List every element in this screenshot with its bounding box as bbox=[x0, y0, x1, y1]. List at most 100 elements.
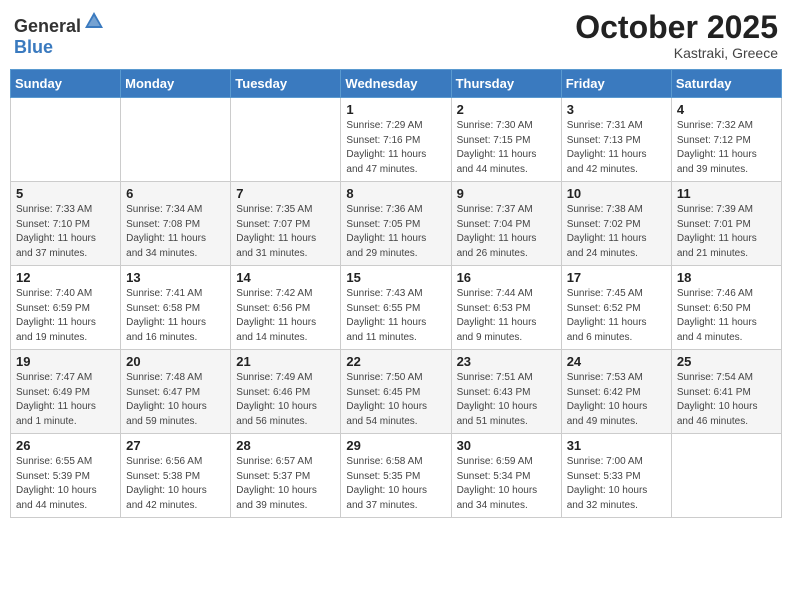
day-number: 30 bbox=[457, 438, 556, 453]
calendar-cell: 31 Sunrise: 7:00 AMSunset: 5:33 PMDayligh… bbox=[561, 434, 671, 518]
calendar-header-row: SundayMondayTuesdayWednesdayThursdayFrid… bbox=[11, 70, 782, 98]
day-info: Sunrise: 7:00 AMSunset: 5:33 PMDaylight:… bbox=[567, 455, 666, 513]
day-number: 13 bbox=[126, 270, 225, 285]
calendar-cell: 3 Sunrise: 7:31 AMSunset: 7:13 PMDaylight… bbox=[561, 98, 671, 182]
day-number: 22 bbox=[346, 354, 445, 369]
day-number: 24 bbox=[567, 354, 666, 369]
calendar-week-row: 5 Sunrise: 7:33 AMSunset: 7:10 PMDaylight… bbox=[11, 182, 782, 266]
day-number: 29 bbox=[346, 438, 445, 453]
day-info: Sunrise: 7:48 AMSunset: 6:47 PMDaylight:… bbox=[126, 371, 225, 429]
calendar-cell: 7 Sunrise: 7:35 AMSunset: 7:07 PMDaylight… bbox=[231, 182, 341, 266]
day-info: Sunrise: 7:30 AMSunset: 7:15 PMDaylight:… bbox=[457, 119, 556, 177]
calendar-cell: 25 Sunrise: 7:54 AMSunset: 6:41 PMDayligh… bbox=[671, 350, 781, 434]
day-number: 6 bbox=[126, 186, 225, 201]
location-subtitle: Kastraki, Greece bbox=[575, 45, 778, 61]
day-number: 11 bbox=[677, 186, 776, 201]
weekday-header: Thursday bbox=[451, 70, 561, 98]
day-info: Sunrise: 7:42 AMSunset: 6:56 PMDaylight:… bbox=[236, 287, 335, 345]
day-info: Sunrise: 6:55 AMSunset: 5:39 PMDaylight:… bbox=[16, 455, 115, 513]
day-number: 8 bbox=[346, 186, 445, 201]
day-info: Sunrise: 7:36 AMSunset: 7:05 PMDaylight:… bbox=[346, 203, 445, 261]
calendar-cell: 8 Sunrise: 7:36 AMSunset: 7:05 PMDaylight… bbox=[341, 182, 451, 266]
day-number: 5 bbox=[16, 186, 115, 201]
day-info: Sunrise: 7:31 AMSunset: 7:13 PMDaylight:… bbox=[567, 119, 666, 177]
calendar-cell: 16Sunrise: 7:44 AMSunset: 6:53 PMDayligh… bbox=[451, 266, 561, 350]
day-number: 14 bbox=[236, 270, 335, 285]
calendar-cell: 23 Sunrise: 7:51 AMSunset: 6:43 PMDayligh… bbox=[451, 350, 561, 434]
day-info: Sunrise: 7:45 AMSunset: 6:52 PMDaylight:… bbox=[567, 287, 666, 345]
day-number: 19 bbox=[16, 354, 115, 369]
calendar-cell: 9 Sunrise: 7:37 AMSunset: 7:04 PMDaylight… bbox=[451, 182, 561, 266]
calendar-cell: 12Sunrise: 7:40 AMSunset: 6:59 PMDayligh… bbox=[11, 266, 121, 350]
calendar-week-row: 19 Sunrise: 7:47 AMSunset: 6:49 PMDayligh… bbox=[11, 350, 782, 434]
day-number: 18 bbox=[677, 270, 776, 285]
day-info: Sunrise: 7:54 AMSunset: 6:41 PMDaylight:… bbox=[677, 371, 776, 429]
day-number: 23 bbox=[457, 354, 556, 369]
day-info: Sunrise: 7:50 AMSunset: 6:45 PMDaylight:… bbox=[346, 371, 445, 429]
day-info: Sunrise: 7:37 AMSunset: 7:04 PMDaylight:… bbox=[457, 203, 556, 261]
calendar-cell: 15 Sunrise: 7:43 AMSunset: 6:55 PMDayligh… bbox=[341, 266, 451, 350]
logo-icon bbox=[83, 10, 105, 32]
day-number: 17 bbox=[567, 270, 666, 285]
day-number: 2 bbox=[457, 102, 556, 117]
calendar-cell bbox=[671, 434, 781, 518]
day-info: Sunrise: 7:35 AMSunset: 7:07 PMDaylight:… bbox=[236, 203, 335, 261]
calendar-cell: 5 Sunrise: 7:33 AMSunset: 7:10 PMDaylight… bbox=[11, 182, 121, 266]
day-info: Sunrise: 7:41 AMSunset: 6:58 PMDaylight:… bbox=[126, 287, 225, 345]
day-number: 16 bbox=[457, 270, 556, 285]
calendar-cell: 18 Sunrise: 7:46 AMSunset: 6:50 PMDayligh… bbox=[671, 266, 781, 350]
weekday-header: Monday bbox=[121, 70, 231, 98]
day-info: Sunrise: 7:38 AMSunset: 7:02 PMDaylight:… bbox=[567, 203, 666, 261]
day-number: 21 bbox=[236, 354, 335, 369]
page-header: General Blue October 2025 Kastraki, Gree… bbox=[10, 10, 782, 61]
logo-blue: Blue bbox=[14, 37, 53, 57]
month-title: October 2025 bbox=[575, 10, 778, 45]
calendar-cell: 1 Sunrise: 7:29 AMSunset: 7:16 PMDaylight… bbox=[341, 98, 451, 182]
calendar-cell: 13 Sunrise: 7:41 AMSunset: 6:58 PMDayligh… bbox=[121, 266, 231, 350]
calendar-cell bbox=[121, 98, 231, 182]
calendar-cell: 22 Sunrise: 7:50 AMSunset: 6:45 PMDayligh… bbox=[341, 350, 451, 434]
day-number: 15 bbox=[346, 270, 445, 285]
calendar-cell: 14 Sunrise: 7:42 AMSunset: 6:56 PMDayligh… bbox=[231, 266, 341, 350]
day-info: Sunrise: 7:32 AMSunset: 7:12 PMDaylight:… bbox=[677, 119, 776, 177]
weekday-header: Wednesday bbox=[341, 70, 451, 98]
calendar-cell: 30 Sunrise: 6:59 AMSunset: 5:34 PMDayligh… bbox=[451, 434, 561, 518]
day-info: Sunrise: 7:46 AMSunset: 6:50 PMDaylight:… bbox=[677, 287, 776, 345]
calendar-cell: 17 Sunrise: 7:45 AMSunset: 6:52 PMDayligh… bbox=[561, 266, 671, 350]
calendar-cell: 10 Sunrise: 7:38 AMSunset: 7:02 PMDayligh… bbox=[561, 182, 671, 266]
day-number: 28 bbox=[236, 438, 335, 453]
day-info: Sunrise: 7:34 AMSunset: 7:08 PMDaylight:… bbox=[126, 203, 225, 261]
calendar-cell: 29Sunrise: 6:58 AMSunset: 5:35 PMDayligh… bbox=[341, 434, 451, 518]
weekday-header: Saturday bbox=[671, 70, 781, 98]
title-block: October 2025 Kastraki, Greece bbox=[575, 10, 778, 61]
day-number: 31 bbox=[567, 438, 666, 453]
calendar-table: SundayMondayTuesdayWednesdayThursdayFrid… bbox=[10, 69, 782, 518]
calendar-cell: 4Sunrise: 7:32 AMSunset: 7:12 PMDaylight… bbox=[671, 98, 781, 182]
calendar-week-row: 12Sunrise: 7:40 AMSunset: 6:59 PMDayligh… bbox=[11, 266, 782, 350]
day-number: 7 bbox=[236, 186, 335, 201]
day-number: 3 bbox=[567, 102, 666, 117]
day-info: Sunrise: 7:47 AMSunset: 6:49 PMDaylight:… bbox=[16, 371, 115, 429]
day-info: Sunrise: 7:33 AMSunset: 7:10 PMDaylight:… bbox=[16, 203, 115, 261]
day-number: 12 bbox=[16, 270, 115, 285]
day-info: Sunrise: 7:43 AMSunset: 6:55 PMDaylight:… bbox=[346, 287, 445, 345]
day-number: 26 bbox=[16, 438, 115, 453]
day-number: 9 bbox=[457, 186, 556, 201]
day-info: Sunrise: 6:59 AMSunset: 5:34 PMDaylight:… bbox=[457, 455, 556, 513]
calendar-cell: 24Sunrise: 7:53 AMSunset: 6:42 PMDayligh… bbox=[561, 350, 671, 434]
day-info: Sunrise: 7:29 AMSunset: 7:16 PMDaylight:… bbox=[346, 119, 445, 177]
day-number: 1 bbox=[346, 102, 445, 117]
day-info: Sunrise: 7:51 AMSunset: 6:43 PMDaylight:… bbox=[457, 371, 556, 429]
calendar-cell: 28Sunrise: 6:57 AMSunset: 5:37 PMDayligh… bbox=[231, 434, 341, 518]
calendar-cell: 21Sunrise: 7:49 AMSunset: 6:46 PMDayligh… bbox=[231, 350, 341, 434]
day-number: 20 bbox=[126, 354, 225, 369]
calendar-week-row: 26 Sunrise: 6:55 AMSunset: 5:39 PMDayligh… bbox=[11, 434, 782, 518]
calendar-cell bbox=[11, 98, 121, 182]
logo: General Blue bbox=[14, 10, 105, 58]
calendar-cell bbox=[231, 98, 341, 182]
day-info: Sunrise: 7:39 AMSunset: 7:01 PMDaylight:… bbox=[677, 203, 776, 261]
day-number: 25 bbox=[677, 354, 776, 369]
weekday-header: Tuesday bbox=[231, 70, 341, 98]
day-number: 10 bbox=[567, 186, 666, 201]
calendar-week-row: 1 Sunrise: 7:29 AMSunset: 7:16 PMDaylight… bbox=[11, 98, 782, 182]
